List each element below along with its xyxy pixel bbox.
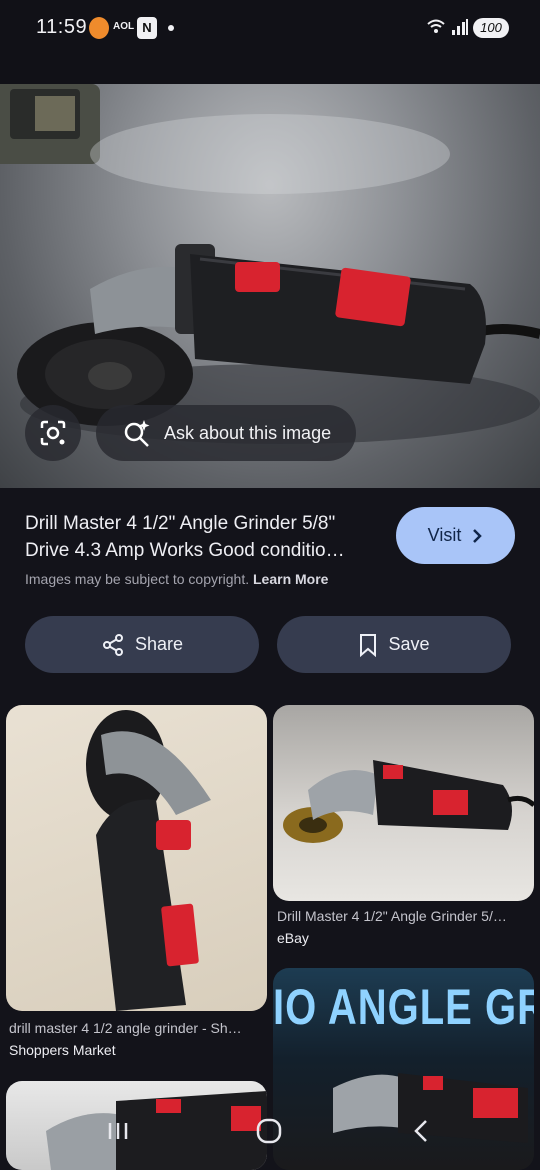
search-sparkle-icon [124,420,150,447]
system-navigation-bar [0,1105,540,1170]
related-2-source: eBay [277,930,309,946]
status-time: 11:59 [36,16,88,38]
signal-icon [452,19,468,35]
home-icon[interactable] [255,1117,283,1145]
copyright-text: Images may be subject to copyright. [25,571,250,587]
share-icon [102,633,123,656]
more-notifications-dot [168,25,174,31]
visit-button[interactable]: Visit [396,507,515,564]
related-1-caption[interactable]: drill master 4 1/2 angle grinder - Sh… [9,1020,264,1036]
wifi-icon [427,19,445,33]
related-image-1[interactable] [6,705,267,1011]
aol-app-icon: AOL [113,21,135,32]
visit-label: Visit [427,525,462,545]
news-app-icon: N [137,17,157,39]
copyright-notice: Images may be subject to copyright. Lear… [25,571,328,587]
status-bar: 11:59 AOL N 100 [0,0,540,56]
ask-about-image-button[interactable]: Ask about this image [96,405,356,461]
learn-more-link[interactable]: Learn More [253,571,328,587]
lens-camera-icon [40,420,66,446]
back-icon[interactable] [408,1117,436,1145]
grinder-upright-photo [86,710,211,1011]
ask-about-image-label: Ask about this image [164,422,332,443]
save-label: Save [388,634,430,654]
result-title[interactable]: Drill Master 4 1/2" Angle Grinder 5/8" D… [25,510,375,564]
bookmark-icon [360,633,377,657]
related-image-2[interactable] [273,705,534,901]
save-button[interactable]: Save [277,616,511,673]
share-button[interactable]: Share [25,616,259,673]
recent-apps-icon[interactable] [104,1117,132,1145]
battery-icon: 100 [473,18,509,38]
chevron-right-icon [473,528,483,543]
share-label: Share [134,634,184,654]
top-spacer [0,56,540,84]
related-2-caption[interactable]: Drill Master 4 1/2" Angle Grinder 5/… [277,908,532,924]
lens-camera-button[interactable] [25,405,81,461]
related-1-source: Shoppers Market [9,1042,116,1058]
burger-king-app-icon [89,17,109,39]
grinder-side-photo [283,760,534,843]
